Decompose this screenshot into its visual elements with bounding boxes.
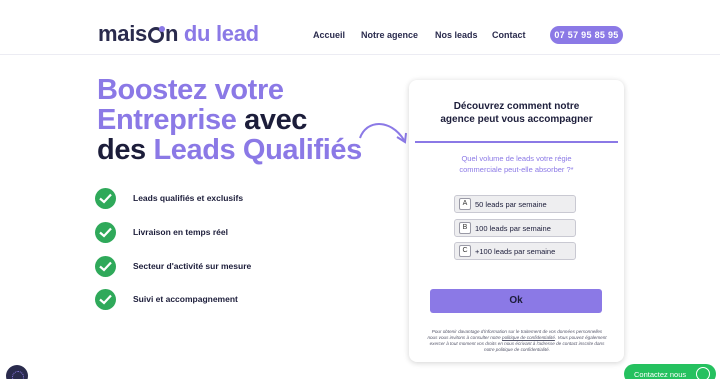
option-key: C — [459, 245, 471, 257]
lead-form-card: Découvrez comment notre agence peut vous… — [409, 80, 624, 362]
accessibility-badge-icon[interactable] — [6, 365, 28, 379]
option-label: 50 leads par semaine — [475, 200, 547, 209]
form-question: Quel volume de leads votre régie commerc… — [429, 153, 604, 175]
logo-text-mais: mais — [98, 21, 147, 46]
form-title-line1: Découvrez comment notre — [453, 101, 580, 112]
nav-link-accueil[interactable]: Accueil — [313, 30, 345, 40]
hero-accent-entreprise: Entreprise — [97, 104, 237, 136]
feature-label: Secteur d'activité sur mesure — [133, 261, 252, 271]
hero-title-line1: Boostez votre — [97, 74, 284, 106]
whatsapp-label: Contactez nous — [634, 370, 687, 379]
option-key: A — [459, 198, 471, 210]
feature-label: Suivi et accompagnement — [133, 294, 238, 304]
privacy-policy-link[interactable]: politique de confidentialité — [502, 335, 555, 340]
check-icon — [95, 289, 116, 310]
logo-o-mark-icon — [147, 26, 165, 43]
form-question-line2: commerciale peut-elle absorber ?* — [459, 165, 574, 174]
option-label: 100 leads par semaine — [475, 224, 551, 233]
brand-logo[interactable]: mais n du lead — [98, 21, 259, 47]
logo-text-du-lead: du lead — [183, 21, 259, 46]
check-icon — [95, 188, 116, 209]
privacy-disclaimer: Pour obtenir davantage d'information sur… — [427, 329, 607, 353]
ok-button[interactable]: Ok — [430, 289, 602, 313]
hero-text-avec: avec — [244, 104, 308, 136]
feature-label: Livraison en temps réel — [133, 227, 228, 237]
feature-item: Livraison en temps réel — [95, 222, 355, 244]
whatsapp-icon — [696, 367, 710, 379]
feature-item: Leads qualifiés et exclusifs — [95, 188, 355, 210]
hero-title-line2: Entreprise avec — [97, 104, 307, 137]
phone-button[interactable]: 07 57 95 85 95 — [550, 26, 623, 44]
nav-link-contact[interactable]: Contact — [492, 30, 526, 40]
curved-arrow-icon — [359, 123, 407, 144]
feature-item: Suivi et accompagnement — [95, 289, 355, 311]
hero-title-line3: des Leads Qualifiés — [97, 134, 362, 167]
form-title: Découvrez comment notre agence peut vous… — [409, 100, 624, 126]
site-header: mais n du lead Accueil Notre agence Nos l… — [0, 0, 720, 70]
check-icon — [95, 222, 116, 243]
feature-item: Secteur d'activité sur mesure — [95, 256, 355, 278]
option-b[interactable]: B 100 leads par semaine — [454, 219, 576, 237]
nav-link-nos-leads[interactable]: Nos leads — [435, 30, 478, 40]
feature-label: Leads qualifiés et exclusifs — [133, 193, 244, 203]
hero-text-des: des — [97, 134, 146, 166]
header-divider — [0, 54, 720, 55]
form-question-line1: Quel volume de leads votre régie — [461, 154, 572, 163]
logo-text-n: n — [164, 21, 179, 46]
check-icon — [95, 256, 116, 277]
option-label: +100 leads par semaine — [475, 247, 556, 256]
nav-link-notre-agence[interactable]: Notre agence — [361, 30, 418, 40]
form-title-line2: agence peut vous accompagner — [440, 114, 593, 125]
form-divider — [415, 141, 618, 143]
option-key: B — [459, 222, 471, 234]
option-c[interactable]: C +100 leads par semaine — [454, 242, 576, 260]
whatsapp-contact-button[interactable]: Contactez nous — [624, 364, 716, 379]
option-a[interactable]: A 50 leads par semaine — [454, 195, 576, 213]
hero-accent-leads: Leads Qualifiés — [153, 134, 362, 166]
